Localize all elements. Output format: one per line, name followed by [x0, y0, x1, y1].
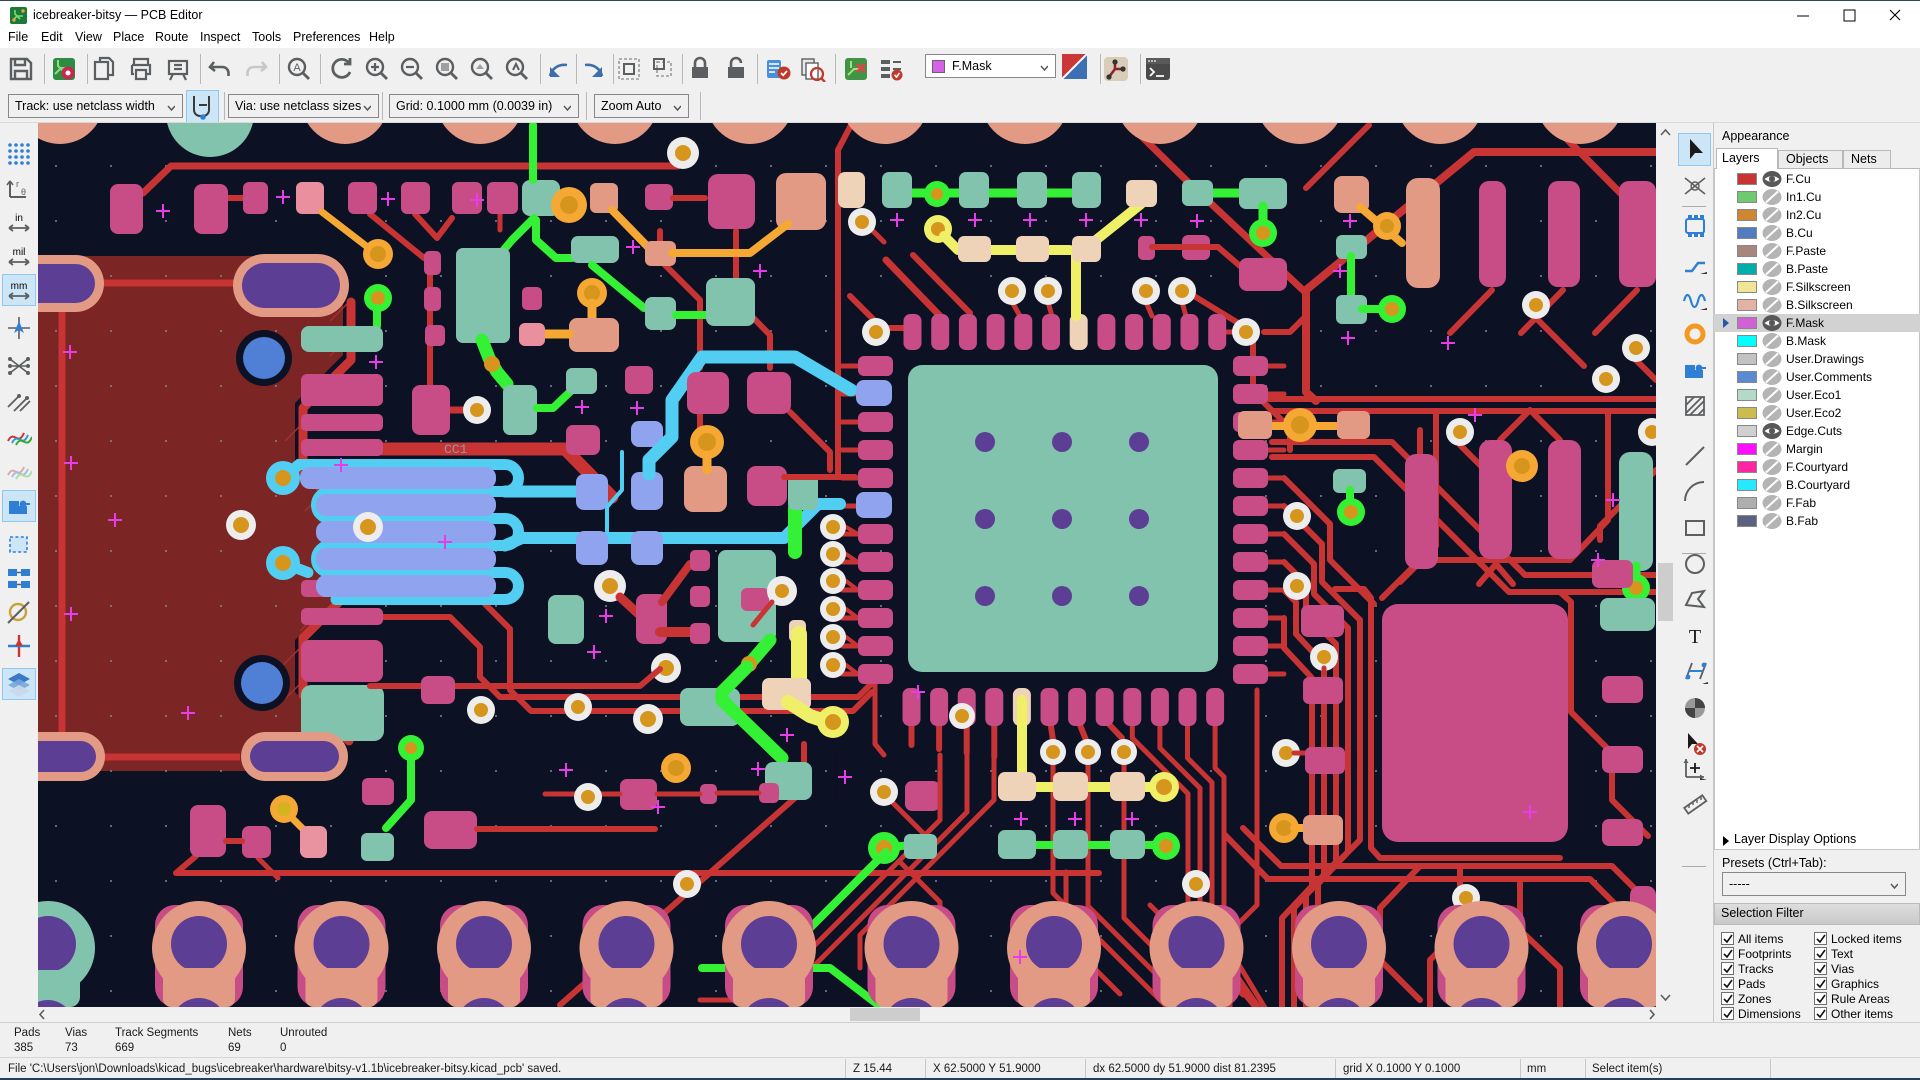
svg-text:θ: θ [21, 187, 26, 197]
svg-text:mm: mm [11, 281, 28, 292]
svg-text:CC1: CC1 [444, 442, 468, 457]
svg-text:in: in [15, 213, 23, 224]
svg-text:A: A [293, 62, 301, 74]
svg-text:mil: mil [13, 247, 26, 258]
svg-text:r: r [16, 179, 19, 189]
svg-text:T: T [1689, 626, 1701, 648]
